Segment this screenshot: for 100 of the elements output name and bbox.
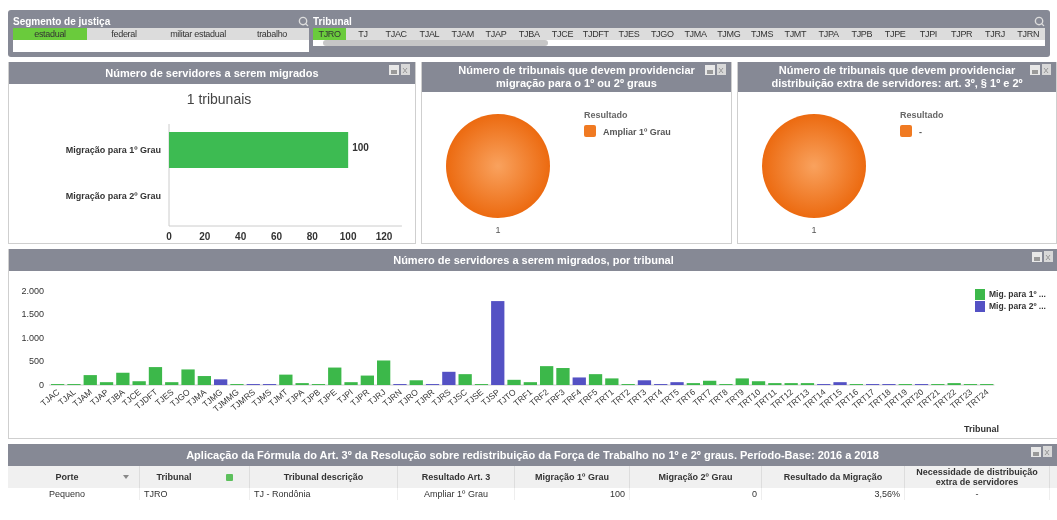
filter-option[interactable]: TJDFT xyxy=(579,28,613,40)
header-background xyxy=(1050,466,1057,488)
bar xyxy=(735,378,749,385)
category-label: Migração para 2º Grau xyxy=(65,191,161,201)
legend-label: - xyxy=(919,126,922,137)
bar xyxy=(344,382,358,385)
document-icon[interactable] xyxy=(1044,251,1053,262)
filter-indicator-icon[interactable] xyxy=(225,473,233,481)
legend-label: Ampliar 1º Grau xyxy=(603,126,671,137)
legend-swatch xyxy=(584,124,596,137)
filter-option[interactable]: TJBA xyxy=(512,28,546,40)
filter-option[interactable]: TJAP xyxy=(479,28,513,40)
filter-option[interactable]: TJRN xyxy=(1011,28,1045,40)
legend-title: Resultado xyxy=(900,109,944,120)
table-cell: - xyxy=(905,488,1050,500)
table-cell: 100 xyxy=(515,488,630,500)
column-header[interactable]: Migração 2º Grau xyxy=(630,466,762,488)
panel-title: Aplicação da Fórmula do Art. 3º da Resolução sobre redistribuição da Força de Trabalho no 1º e 2º graus. Período-Base: 2016 a 2018 xyxy=(8,444,1057,466)
search-icon[interactable] xyxy=(1034,15,1045,27)
filter-option[interactable]: TJMG xyxy=(712,28,746,40)
filter-option[interactable]: TJ xyxy=(346,28,380,40)
scrollbar-thumb[interactable] xyxy=(323,40,548,46)
bar xyxy=(588,374,603,385)
filter-option[interactable]: TJCE xyxy=(545,28,580,40)
search-icon[interactable] xyxy=(298,15,309,27)
bar xyxy=(116,372,130,385)
bar xyxy=(507,379,521,385)
bar xyxy=(670,382,684,385)
document-icon[interactable] xyxy=(1042,64,1051,75)
filter-option[interactable]: TJPA xyxy=(812,28,846,40)
document-icon[interactable] xyxy=(401,64,410,75)
filter-option[interactable]: TJMT xyxy=(778,28,812,40)
legend-label: Mig. para 1º ... xyxy=(989,289,1046,299)
bar xyxy=(165,382,179,385)
filter-option[interactable]: TJPB xyxy=(845,28,879,40)
filter-option[interactable]: TJPE xyxy=(878,28,912,40)
filter-option[interactable]: estadual xyxy=(13,28,87,40)
bar xyxy=(703,380,717,385)
bar xyxy=(148,367,163,385)
scrollbar-track[interactable] xyxy=(313,40,1045,46)
filter-option[interactable]: federal xyxy=(87,28,161,40)
filter-option[interactable]: TJES xyxy=(612,28,646,40)
filter-option[interactable]: TJAM xyxy=(446,28,480,40)
bar xyxy=(556,368,570,385)
column-header[interactable]: Resultado Art. 3 xyxy=(398,466,515,488)
panel-title: Número de tribunais que devem providenciar migração para o 1º ou 2º graus xyxy=(422,62,731,92)
table-cell: TJ - Rondônia xyxy=(250,488,398,500)
bar xyxy=(523,382,537,385)
slice-label: 1 xyxy=(811,224,817,235)
filter-option[interactable]: TJPI xyxy=(911,28,946,40)
document-icon[interactable] xyxy=(1043,446,1052,457)
legend-title: Resultado xyxy=(584,109,628,120)
filter-option[interactable]: TJRO xyxy=(313,28,347,40)
bar xyxy=(572,377,586,385)
panel-title: Número de servidores a serem migrados, por tribunal xyxy=(9,249,1057,271)
filter-option[interactable]: TJRJ xyxy=(978,28,1012,40)
axis-title: Tribunal xyxy=(964,424,999,434)
column-header[interactable]: Tribunal descrição xyxy=(250,466,398,488)
legend-swatch xyxy=(900,124,912,137)
axis-tick: 0 xyxy=(166,231,172,242)
column-header[interactable]: Migração 1º Grau xyxy=(515,466,630,488)
column-header[interactable]: Necessidade de distribuição extra de servidores xyxy=(905,466,1050,488)
table-cell: Pequeno xyxy=(45,488,140,500)
table-cell: Ampliar 1º Grau xyxy=(398,488,515,500)
caret-icon[interactable] xyxy=(122,475,129,479)
bar xyxy=(442,371,456,385)
filter-option[interactable]: trabalho xyxy=(235,28,309,40)
axis-tick: 120 xyxy=(375,231,393,242)
filter-option[interactable]: TJPR xyxy=(945,28,979,40)
table-cell: 3,56% xyxy=(762,488,905,500)
table-cell: 0 xyxy=(630,488,762,500)
bar xyxy=(377,360,391,385)
bar xyxy=(181,369,195,385)
bar xyxy=(751,381,766,385)
legend-label: Mig. para 2º ... xyxy=(989,301,1046,311)
bar xyxy=(214,379,228,385)
filter-option[interactable]: militar estadual xyxy=(161,28,235,40)
column-header[interactable]: Resultado da Migração xyxy=(762,466,905,488)
column-header[interactable]: Tribunal xyxy=(140,466,250,488)
slice-label: 1 xyxy=(495,224,501,235)
filter-option[interactable]: TJAC xyxy=(379,28,413,40)
filter-option[interactable]: TJMS xyxy=(745,28,779,40)
table-cell: TJRO xyxy=(140,488,250,500)
axis-tick: 60 xyxy=(270,231,283,242)
bar xyxy=(360,375,374,385)
axis-tick: 1.000 xyxy=(21,332,44,343)
category-label: Migração para 1º Grau xyxy=(65,145,161,155)
bar-value: 100 xyxy=(352,142,369,153)
document-icon[interactable] xyxy=(717,64,726,75)
axis-tick: 2.000 xyxy=(21,285,44,296)
bar xyxy=(458,374,472,385)
filter-option[interactable]: TJGO xyxy=(645,28,679,40)
bar xyxy=(99,382,114,385)
filter-option[interactable]: TJMA xyxy=(678,28,713,40)
bar xyxy=(637,380,652,385)
filter-option[interactable]: TJAL xyxy=(412,28,447,40)
column-header[interactable]: Porte xyxy=(45,466,140,488)
axis-tick: 100 xyxy=(339,231,357,242)
filter-title: Tribunal xyxy=(313,15,352,27)
bar xyxy=(279,374,293,385)
